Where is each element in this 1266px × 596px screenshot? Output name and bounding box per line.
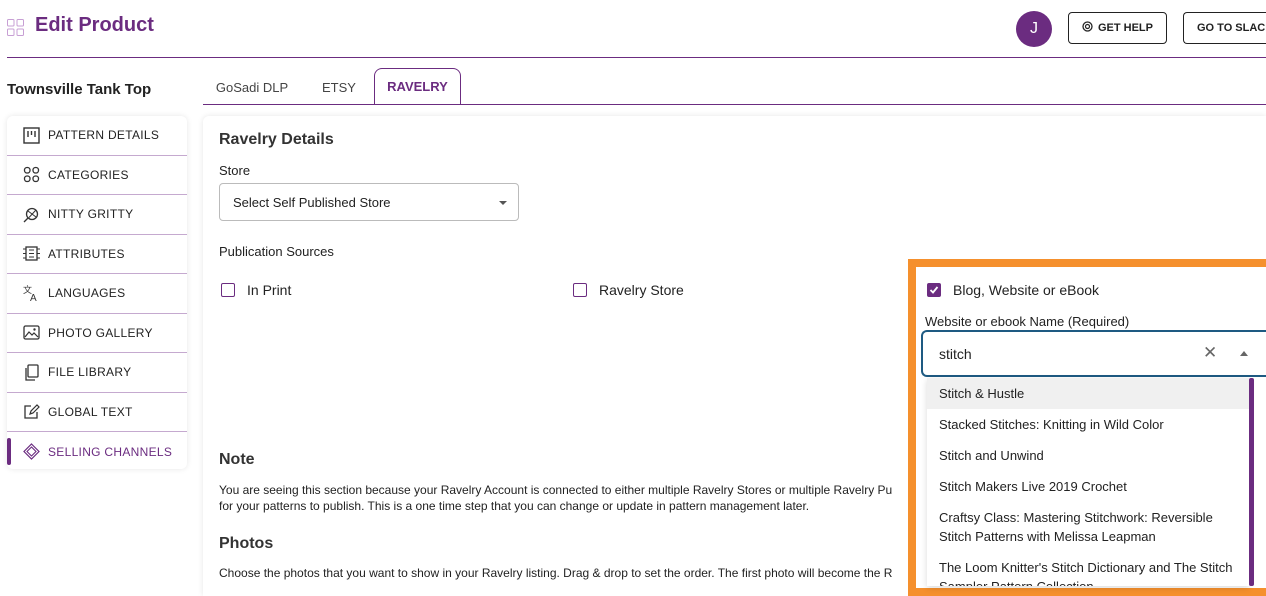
note-title: Note [219,451,255,468]
sidebar-item-file-library[interactable]: FILE LIBRARY [7,353,187,393]
header-divider [7,57,1266,58]
blog-website-ebook-checkbox[interactable] [927,283,941,297]
pattern-icon [22,126,41,145]
sidebar-item-nitty-gritty[interactable]: NITTY GRITTY [7,195,187,235]
svg-text:A: A [30,293,37,303]
caret-down-icon [499,201,507,205]
get-help-label: GET HELP [1097,22,1153,34]
layers-icon [22,442,41,461]
in-print-label: In Print [247,282,292,298]
help-icon [1082,21,1093,35]
ebook-name-label: Website or ebook Name (Required) [925,314,1130,329]
page-title: Edit Product [35,14,154,36]
sidebar-item-attributes[interactable]: ATTRIBUTES [7,235,187,274]
sidebar-item-label: ATTRIBUTES [48,246,125,261]
sidebar-item-label: LANGUAGES [48,286,126,301]
user-avatar[interactable]: J [1016,11,1052,47]
ebook-options-dropdown: Stitch & Hustle Stacked Stitches: Knitti… [927,378,1249,586]
dropdown-option[interactable]: Craftsy Class: Mastering Stitchwork: Rev… [927,502,1249,552]
translate-icon: 文A [22,284,41,303]
dropdown-option[interactable]: Stitch Makers Live 2019 Crochet [927,471,1249,502]
store-select[interactable]: Select Self Published Store [219,183,519,221]
get-help-button[interactable]: GET HELP [1068,12,1167,44]
in-print-checkbox[interactable] [221,283,235,297]
dropdown-option[interactable]: Stacked Stitches: Knitting in Wild Color [927,409,1249,440]
dropdown-option[interactable]: Stitch and Unwind [927,440,1249,471]
sidebar-item-label: SELLING CHANNELS [48,444,173,459]
ravelry-store-option[interactable]: Ravelry Store [573,282,684,298]
sidebar-item-label: CATEGORIES [48,167,129,182]
in-print-option[interactable]: In Print [221,282,291,298]
photo-icon [22,323,41,342]
store-label: Store [219,163,251,178]
go-to-slack-button[interactable]: GO TO SLACK [1183,12,1266,44]
tab-etsy[interactable]: ETSY [308,70,370,105]
apps-grid-icon[interactable] [7,19,24,36]
sidebar-item-photo-gallery[interactable]: PHOTO GALLERY [7,314,187,353]
product-name: Townsville Tank Top [7,81,152,98]
highlight-track [1255,268,1266,586]
categories-icon [22,165,41,184]
blog-website-ebook-option[interactable]: Blog, Website or eBook [927,282,1099,298]
section-title-ravelry-details: Ravelry Details [219,131,334,148]
sidebar-item-label: FILE LIBRARY [48,365,132,380]
sidebar-item-categories[interactable]: CATEGORIES [7,156,187,195]
yarn-icon [22,205,41,224]
ravelry-store-checkbox[interactable] [573,283,587,297]
tab-ravelry[interactable]: RAVELRY [374,68,461,104]
dropdown-option[interactable]: The Loom Knitter's Stitch Dictionary and… [927,552,1249,586]
ebook-name-combobox[interactable]: stitch ✕ [921,330,1266,377]
attributes-icon [22,244,41,263]
blog-website-ebook-label: Blog, Website or eBook [953,282,1100,298]
sidebar-item-pattern-details[interactable]: PATTERN DETAILS [7,116,187,156]
sidebar-item-label: PATTERN DETAILS [48,128,160,143]
edit-icon [22,402,41,421]
publication-sources-label: Publication Sources [219,244,334,259]
sidebar-item-label: PHOTO GALLERY [48,325,153,340]
sidebar-menu: PATTERN DETAILS CATEGORIES NITTY GRITTY … [7,116,187,469]
ravelry-store-label: Ravelry Store [599,282,684,298]
ebook-name-input[interactable]: stitch [939,346,972,362]
note-line-2: for your patterns to publish. This is a … [219,499,810,513]
checkmark-icon [929,286,939,294]
store-select-value: Select Self Published Store [233,194,391,210]
sidebar-item-selling-channels[interactable]: SELLING CHANNELS [7,432,187,472]
sidebar-item-languages[interactable]: 文A LANGUAGES [7,274,187,314]
note-line-1: You are seeing this section because your… [219,483,893,497]
tabs-divider [203,104,1266,105]
sidebar-item-label: GLOBAL TEXT [48,404,133,419]
dropdown-scrollbar[interactable] [1249,378,1254,586]
dropdown-option[interactable]: Stitch & Hustle [927,378,1249,409]
photos-description: Choose the photos that you want to show … [219,566,893,580]
tab-gosadi-dlp[interactable]: GoSadi DLP [203,70,301,105]
sidebar-item-global-text[interactable]: GLOBAL TEXT [7,393,187,432]
photos-title: Photos [219,535,274,552]
sidebar-item-label: NITTY GRITTY [48,207,134,222]
files-icon [22,363,41,382]
app-header: Edit Product J GET HELP GO TO SLACK [0,0,1266,58]
caret-up-icon[interactable] [1240,351,1248,356]
clear-icon[interactable]: ✕ [1203,343,1217,363]
